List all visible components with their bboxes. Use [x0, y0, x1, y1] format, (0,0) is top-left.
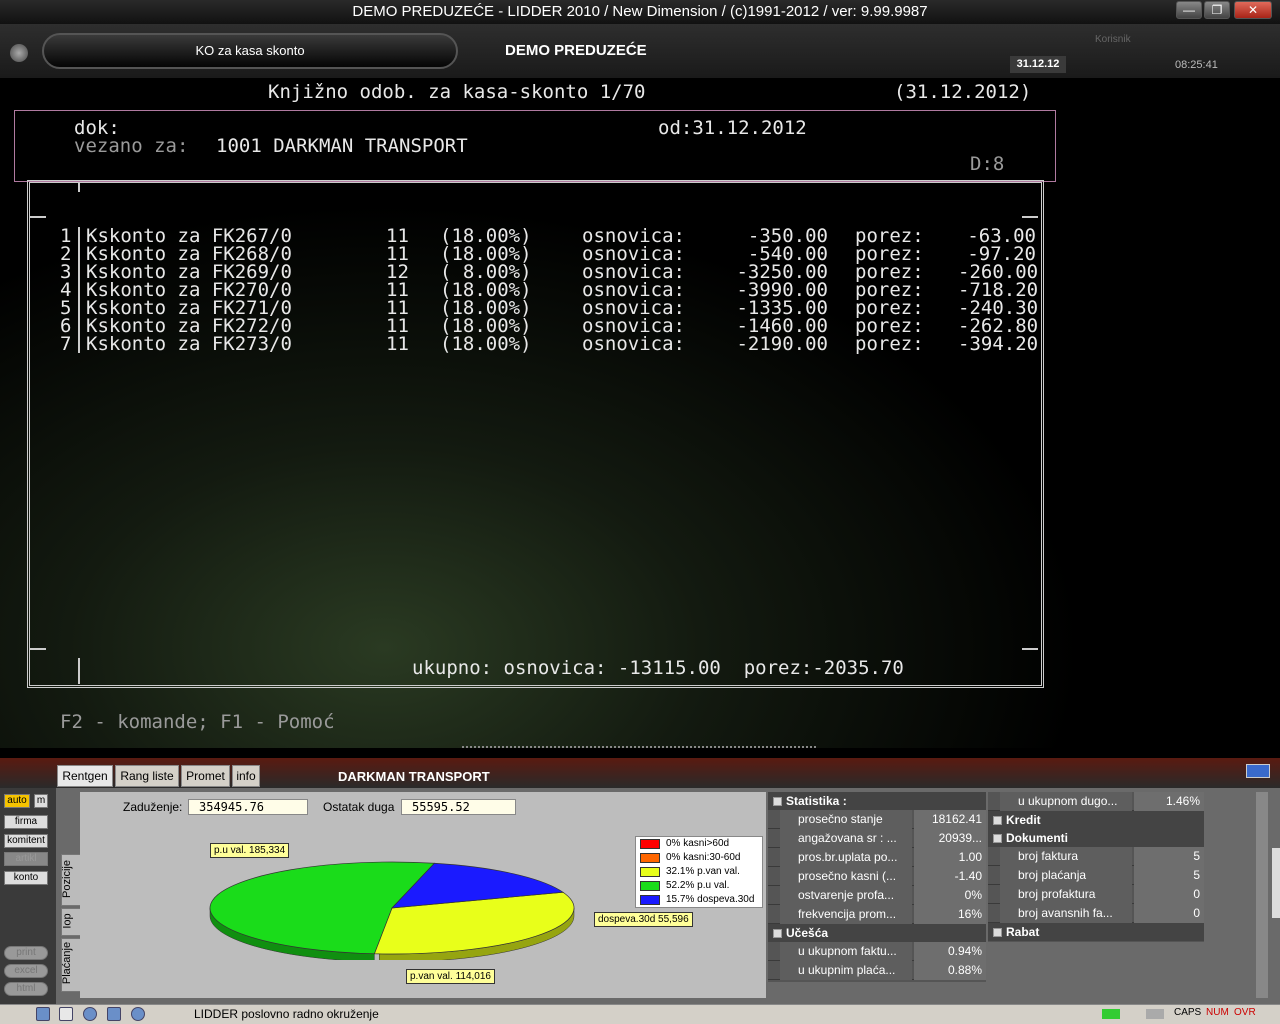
legend-swatch — [640, 867, 660, 877]
app-menu-icon[interactable] — [10, 44, 28, 62]
zaduzenje-label: Zaduženje: — [123, 800, 183, 814]
row-osn: -2190.00 — [736, 333, 828, 355]
user-label: Korisnik — [1095, 34, 1131, 45]
screen-date: (31.12.2012) — [894, 81, 1032, 103]
stat-row: broj plaćanja 5 — [988, 866, 1204, 885]
row-por_label: porez: — [855, 333, 924, 355]
pie-chart — [209, 861, 575, 960]
legend-swatch — [640, 839, 660, 849]
callout-dospeva: dospeva.30d 55,596 — [594, 912, 693, 927]
vtab-iop[interactable]: Iop — [61, 908, 81, 936]
row-rate: (18.00%) — [440, 333, 532, 355]
od-date: od:31.12.2012 — [658, 117, 807, 139]
rabat-header[interactable]: Rabat — [988, 923, 1204, 941]
stat-row: broj faktura 5 — [988, 847, 1204, 866]
tab-info[interactable]: info — [232, 765, 260, 787]
legend-item: 15.7% dospeva.30d — [636, 893, 762, 907]
battery-icon — [1102, 1009, 1120, 1019]
window-title: DEMO PREDUZEĆE - LIDDER 2010 / New Dimen… — [0, 0, 1280, 24]
row-doc: Kskonto za FK273/0 — [86, 333, 292, 355]
work-date: 31.12.12 — [1010, 56, 1066, 73]
screen-title: Knjižno odob. za kasa-skonto 1/70 — [268, 81, 646, 103]
statistika-header[interactable]: Statistika : — [768, 792, 986, 810]
d-indicator: D:8 — [970, 153, 1005, 175]
collapse-handle[interactable] — [1272, 848, 1280, 918]
caps-indicator: CAPS — [1174, 1007, 1202, 1018]
legend-swatch — [640, 895, 660, 905]
stat-row: frekvencija prom... 16% — [768, 905, 986, 924]
check-icon[interactable] — [107, 1007, 121, 1021]
keyboard-icon — [1146, 1009, 1164, 1019]
legend-item: 0% kasni>60d — [636, 837, 762, 851]
num-indicator: NUM — [1206, 1007, 1229, 1018]
row-code: 11 — [386, 333, 409, 355]
partner-name: DARKMAN TRANSPORT — [338, 769, 490, 784]
row-osn_label: osnovica: — [582, 333, 685, 355]
print-button[interactable]: print — [4, 946, 48, 960]
konto-button[interactable]: konto — [4, 871, 48, 885]
row-por: -394.20 — [958, 333, 1039, 355]
legend-item: 0% kasni:30-60d — [636, 851, 762, 865]
window-icon[interactable] — [36, 1007, 50, 1021]
info-icon[interactable] — [131, 1007, 145, 1021]
artikl-button[interactable]: artikl — [4, 852, 48, 866]
dokumenti-header[interactable]: Dokumenti — [988, 829, 1204, 847]
stat-row: broj profaktura 0 — [988, 885, 1204, 904]
stat-row: ostvarenje profa... 0% — [768, 886, 986, 905]
status-text: LIDDER poslovno radno okruženje — [194, 1007, 379, 1021]
kredit-header[interactable]: Kredit — [988, 811, 1204, 829]
m-button[interactable]: m — [34, 794, 48, 808]
stat-row: prosečno kasni (... -1.40 — [768, 867, 986, 886]
minimize-button[interactable]: — — [1176, 1, 1202, 19]
ostatak-field: 55595.52 — [401, 799, 516, 815]
chart-legend: 0% kasni>60d 0% kasni:30-60d 32.1% p.van v… — [635, 836, 763, 908]
total-line: ukupno: osnovica: -13115.00 porez:-2035.… — [412, 657, 904, 679]
stat-row: angažovana sr : ... 20939... — [768, 829, 986, 848]
status-bar — [0, 1004, 1280, 1024]
vtab-placanje[interactable]: Plaćanje — [61, 938, 81, 992]
html-button[interactable]: html — [4, 982, 48, 996]
screen-icon[interactable] — [1246, 764, 1270, 778]
tab-rang-liste[interactable]: Rang liste — [115, 765, 179, 787]
splitter[interactable] — [462, 746, 816, 748]
stat-row: prosečno stanje 18162.41 — [768, 810, 986, 829]
ostatak-label: Ostatak duga — [323, 800, 395, 814]
module-title: KO za kasa skonto — [42, 33, 458, 69]
company-name: DEMO PREDUZEĆE — [505, 42, 647, 59]
help-line: F2 - komande; F1 - Pomoć — [60, 711, 335, 733]
vezano-value: 1001 DARKMAN TRANSPORT — [216, 135, 468, 157]
calendar-icon[interactable] — [59, 1007, 73, 1021]
stat-row: u ukupnom faktu... 0.94% — [768, 942, 986, 961]
tab-promet[interactable]: Promet — [181, 765, 230, 787]
firma-button[interactable]: firma — [4, 815, 48, 829]
legend-swatch — [640, 881, 660, 891]
excel-button[interactable]: excel — [4, 964, 48, 978]
stat-row: u ukupnim plaća... 0.88% — [768, 961, 986, 980]
statistics-panel-2: u ukupnom dugo... 1.46% Kredit Dokumenti … — [988, 792, 1204, 942]
legend-swatch — [640, 853, 660, 863]
callout-pu-val: p.u val. 185,334 — [210, 843, 290, 858]
callout-pvan-val: p.van val. 114,016 — [406, 969, 495, 984]
stat-row: pros.br.uplata po... 1.00 — [768, 848, 986, 867]
tab-rentgen[interactable]: Rentgen — [57, 765, 113, 787]
vtab-pozicije[interactable]: Pozicije — [61, 854, 81, 906]
vezano-label: vezano za: — [74, 135, 189, 157]
komitent-button[interactable]: komitent — [4, 834, 48, 848]
user-icon[interactable] — [83, 1007, 97, 1021]
row-n: 7 — [60, 333, 72, 355]
stat-row: broj avansnih fa... 0 — [988, 904, 1204, 923]
legend-item: 52.2% p.u val. — [636, 879, 762, 893]
panel-scrollbar[interactable] — [1256, 792, 1268, 998]
maximize-button[interactable]: ❐ — [1204, 1, 1230, 19]
ovr-indicator: OVR — [1234, 1007, 1256, 1018]
auto-button[interactable]: auto — [4, 794, 30, 808]
stat-row: u ukupnom dugo... 1.46% — [988, 792, 1204, 811]
legend-item: 32.1% p.van val. — [636, 865, 762, 879]
zaduzenje-field: 354945.76 — [188, 799, 308, 815]
close-button[interactable]: ✕ — [1234, 1, 1272, 19]
statistics-panel: Statistika : prosečno stanje 18162.41 anga… — [768, 792, 986, 982]
ucesca-header[interactable]: Učešća — [768, 924, 986, 942]
clock: 08:25:41 — [1175, 59, 1218, 71]
